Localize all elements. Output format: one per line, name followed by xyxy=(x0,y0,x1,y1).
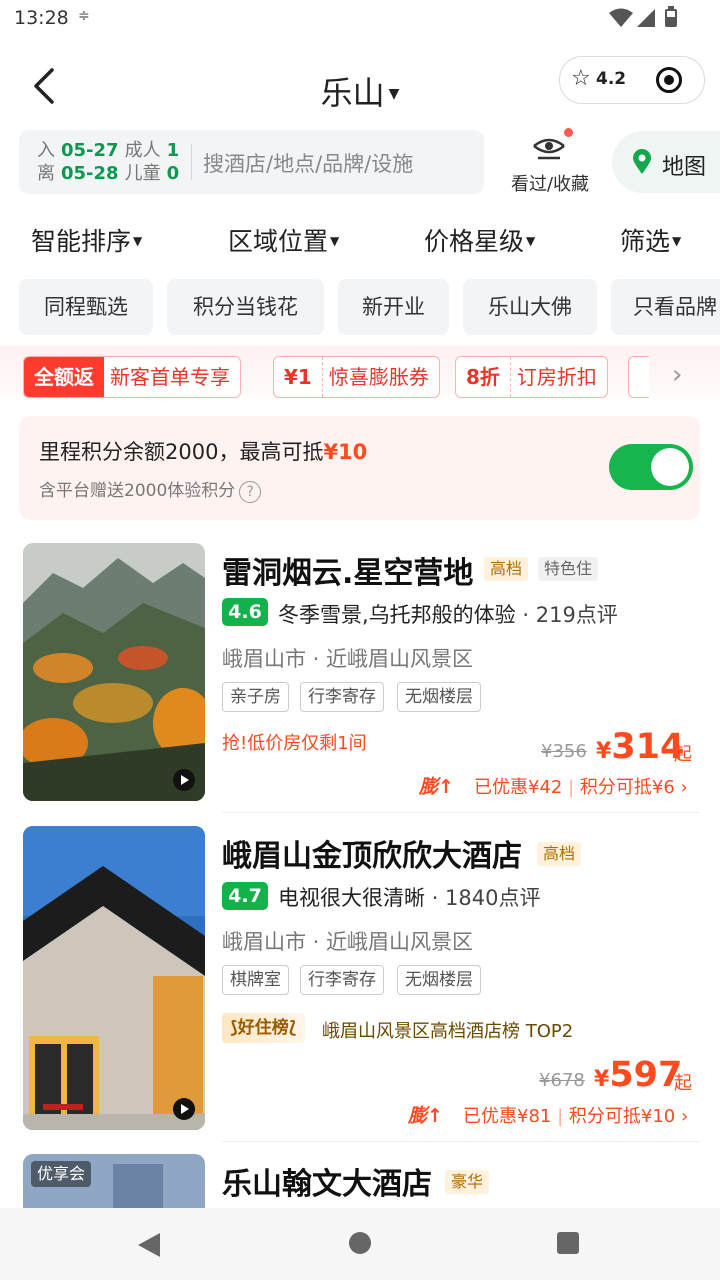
toggle-knob xyxy=(651,448,689,486)
price-suffix: 起 xyxy=(674,744,692,765)
caret-down-icon: ▼ xyxy=(330,234,340,248)
caret-down-icon: ▼ xyxy=(388,86,400,102)
caret-down-icon: ▼ xyxy=(672,234,682,248)
hotel-photo-building xyxy=(23,826,205,1130)
chip-leshan-buddha[interactable]: 乐山大佛 xyxy=(463,279,597,335)
mileage-toggle[interactable] xyxy=(609,444,693,490)
facility-tag: 无烟楼层 xyxy=(397,965,481,995)
facility-tag: 无烟楼层 xyxy=(397,682,481,712)
hotel-name[interactable]: 峨眉山金顶欣欣大酒店 xyxy=(222,831,522,875)
grade-badge: 特色住 xyxy=(538,557,599,581)
sort-smart[interactable]: 智能排序 ▼ xyxy=(31,222,142,258)
record-icon[interactable] xyxy=(656,67,682,93)
play-video-icon[interactable] xyxy=(173,769,195,791)
adults-count[interactable]: 1 xyxy=(167,140,180,161)
swell-badge: 膨↑ xyxy=(419,776,454,798)
original-price: ¥678 xyxy=(539,1070,585,1091)
date-guest-selector[interactable]: 入 05-27 成人 1 离 05-28 儿童 0 xyxy=(37,139,179,185)
mileage-points-card: 里程积分余额2000，最高可抵¥10 含平台赠送2000体验积分? xyxy=(19,416,700,520)
promo-bonus-coupon[interactable]: ¥1 惊喜膨胀券 xyxy=(273,356,440,398)
help-icon[interactable]: ? xyxy=(239,481,262,503)
ranking-text[interactable]: 峨眉山风景区高档酒店榜 TOP2 xyxy=(322,1017,573,1043)
map-pin-icon xyxy=(633,149,651,174)
sort-filter[interactable]: 筛选 ▼ xyxy=(620,222,681,258)
nav-home-icon[interactable] xyxy=(349,1232,371,1254)
facility-tag: 棋牌室 xyxy=(222,965,289,995)
hotel-image[interactable] xyxy=(23,543,205,801)
hotel-photo-mountain-forest xyxy=(23,543,205,801)
wifi-icon xyxy=(609,8,633,27)
checkin-date[interactable]: 05-27 xyxy=(61,140,119,161)
battery-icon xyxy=(665,6,677,27)
children-count[interactable]: 0 xyxy=(167,163,180,184)
caret-down-icon: ▼ xyxy=(133,234,143,248)
sort-area[interactable]: 区域位置 ▼ xyxy=(228,222,339,258)
hotel-price: ¥314 xyxy=(596,727,685,767)
review-score: 4.7 xyxy=(222,882,268,910)
swell-badge: 膨↑ xyxy=(408,1105,443,1127)
chip-new-opening[interactable]: 新开业 xyxy=(338,279,449,335)
map-label: 地图 xyxy=(662,155,707,180)
price-suffix: 起 xyxy=(674,1073,692,1094)
grade-badge: 高档 xyxy=(484,557,529,581)
caret-down-icon: ▼ xyxy=(526,234,536,248)
sort-price-star[interactable]: 价格星级 ▼ xyxy=(424,222,535,258)
discount-info[interactable]: 已优惠¥42 | 积分可抵¥6 › xyxy=(474,773,688,799)
status-bar: 13:28 ≑ xyxy=(0,0,720,40)
play-video-icon[interactable] xyxy=(173,1098,195,1120)
review-score: 4.6 xyxy=(222,598,268,626)
city-name[interactable]: 乐山 xyxy=(321,74,385,112)
cell-signal-icon xyxy=(637,9,655,27)
hotel-name[interactable]: 雷洞烟云.星空营地 xyxy=(222,548,473,592)
mileage-text: 里程积分余额2000，最高可抵¥10 xyxy=(39,440,368,464)
urgency-text: 抢!低价房仅剩1间 xyxy=(222,733,367,754)
hotel-location: 峨眉山市 · 近峨眉山风景区 xyxy=(222,930,474,954)
chip-tongcheng-select[interactable]: 同程甄选 xyxy=(19,279,153,335)
grade-badge: 豪华 xyxy=(445,1170,490,1194)
facility-tag: 行李寄存 xyxy=(300,682,384,712)
chip-points-as-cash[interactable]: 积分当钱花 xyxy=(167,279,324,335)
promo-discount[interactable]: 8折 订房折扣 xyxy=(455,356,608,398)
vip-badge: 优享会 xyxy=(31,1161,92,1187)
hotel-location: 峨眉山市 · 近峨眉山风景区 xyxy=(222,647,474,671)
nav-back-icon[interactable] xyxy=(138,1233,160,1257)
status-time: 13:28 xyxy=(14,7,69,29)
chip-brand-only[interactable]: 只看品牌 xyxy=(611,279,720,335)
divider xyxy=(222,1141,700,1142)
hotel-name[interactable]: 乐山翰文大酒店 xyxy=(222,1159,432,1203)
status-notification-icon: ≑ xyxy=(78,8,90,24)
search-input[interactable]: 搜酒店/地点/品牌/设施 xyxy=(203,148,413,178)
review-summary: 电视很大很清晰 · 1840点评 xyxy=(278,886,541,910)
divider xyxy=(222,812,700,813)
review-summary: 冬季雪景,乌托邦般的体验 · 219点评 xyxy=(278,603,618,627)
search-bar[interactable]: 入 05-27 成人 1 离 05-28 儿童 0 搜酒店/地点/品牌/设施 xyxy=(19,130,484,194)
notification-dot xyxy=(564,128,573,137)
facility-tag: 行李寄存 xyxy=(300,965,384,995)
rating-pill[interactable]: ☆ 4.2 xyxy=(559,56,705,104)
viewed-label: 看过/收藏 xyxy=(510,174,590,195)
hotel-price: ¥597 xyxy=(594,1055,683,1095)
hotel-image[interactable] xyxy=(23,826,205,1130)
promo-more-partial xyxy=(628,356,649,398)
chevron-right-icon[interactable]: › xyxy=(672,360,682,390)
system-nav-bar xyxy=(0,1208,720,1280)
grade-badge: 高档 xyxy=(537,842,582,866)
facility-tag: 亲子房 xyxy=(222,682,289,712)
discount-info[interactable]: 已优惠¥81 | 积分可抵¥10 › xyxy=(463,1102,688,1128)
mileage-subtext: 含平台赠送2000体验积分? xyxy=(39,476,262,503)
viewed-favorites-button[interactable]: 看过/收藏 xyxy=(500,128,600,198)
original-price: ¥356 xyxy=(541,741,587,762)
star-outline-icon: ☆ xyxy=(571,66,591,91)
promo-full-refund[interactable]: 全额返 新客首单专享 xyxy=(23,356,241,398)
nav-recents-icon[interactable] xyxy=(557,1232,579,1254)
divider xyxy=(191,144,192,180)
app-rating-value: 4.2 xyxy=(596,69,627,89)
eye-history-icon xyxy=(533,138,565,160)
map-button[interactable]: 地图 xyxy=(612,131,720,193)
ranking-badge: ⟆好住榜⟅ xyxy=(222,1013,305,1043)
sort-bar: 智能排序 ▼ 区域位置 ▼ 价格星级 ▼ 筛选 ▼ xyxy=(0,222,720,262)
checkout-date[interactable]: 05-28 xyxy=(61,163,119,184)
